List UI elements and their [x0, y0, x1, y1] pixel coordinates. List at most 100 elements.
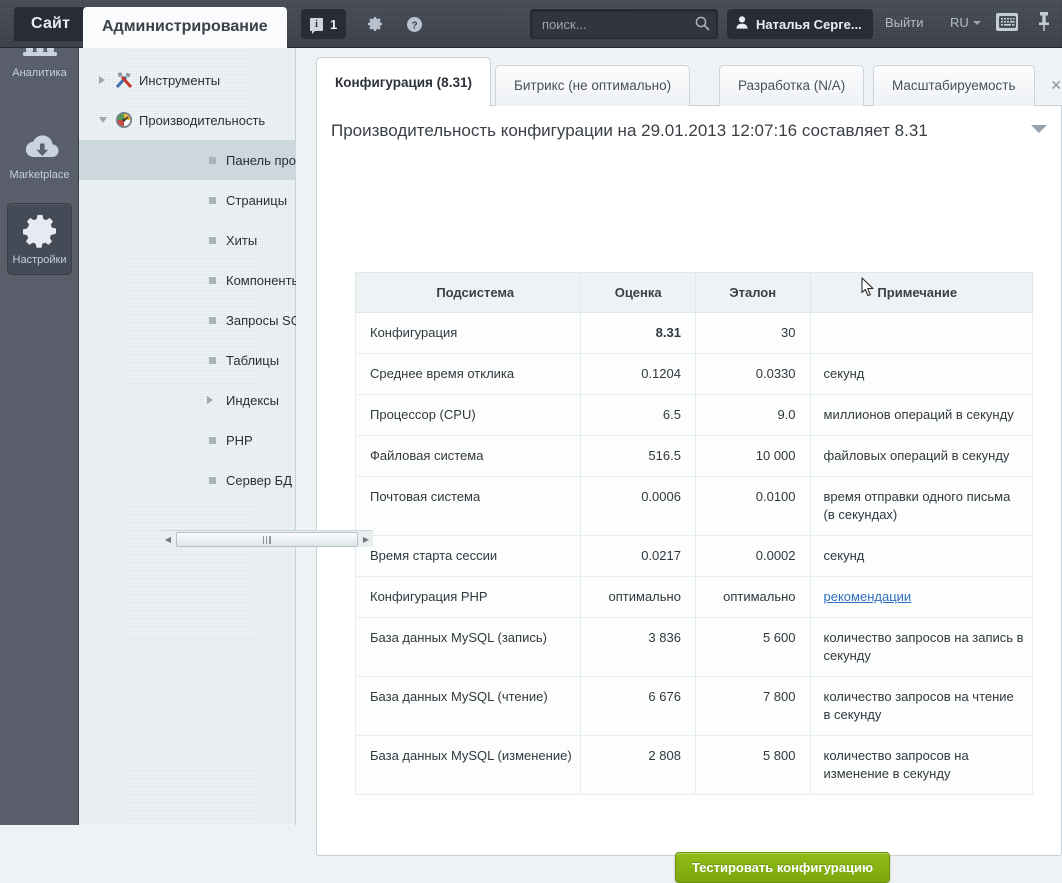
sidebar-item-marketplace[interactable]: Marketplace — [7, 132, 72, 181]
chevron-down-icon[interactable] — [1031, 125, 1047, 133]
cell-score: 6 676 — [580, 676, 696, 736]
bullet-icon — [209, 477, 216, 484]
tab-development[interactable]: Разработка (N/A) — [719, 65, 865, 107]
bullet-icon — [209, 277, 216, 284]
chevron-right-icon[interactable] — [99, 76, 105, 84]
cell-note: секунд — [809, 353, 1034, 395]
tree-node-performance[interactable]: Производительность — [79, 100, 296, 140]
mouse-cursor — [861, 277, 875, 302]
tab-site[interactable]: Сайт — [14, 7, 88, 41]
tree-node-label: Страницы — [226, 192, 288, 208]
tree-node-label: Запросы SQL — [226, 312, 296, 328]
tab-scalability[interactable]: Масштабируемость — [873, 65, 1035, 107]
keyboard-icon[interactable] — [996, 13, 1018, 31]
tree-node-label: PHP — [226, 432, 253, 448]
cell-note: количество запросов на запись в секунду — [809, 617, 1034, 677]
tree-node-label: Сервер БД — [226, 472, 293, 488]
cloud-download-icon — [25, 135, 59, 158]
cell-reference: 5 600 — [694, 617, 811, 677]
cell-subsystem: База данных MySQL (чтение) — [354, 676, 582, 736]
tree-node-php[interactable]: PHP — [79, 420, 296, 460]
tree-node-performance-panel[interactable]: Панель производительнос — [79, 140, 296, 180]
tree-panel: Инструменты Производительность Панель пр… — [79, 48, 373, 825]
gear-icon[interactable] — [364, 12, 388, 36]
user-icon — [736, 16, 748, 32]
tree-node-components[interactable]: Компоненты — [79, 260, 296, 300]
cell-subsystem: Конфигурация PHP — [354, 576, 582, 618]
test-configuration-button[interactable]: Тестировать конфигурацию — [675, 852, 891, 883]
notification-count: 1 — [330, 16, 338, 32]
scroll-left-arrow-icon[interactable]: ◀ — [161, 535, 175, 544]
tab-bar: Конфигурация (8.31) Битрикс (не оптималь… — [316, 57, 1062, 107]
help-icon[interactable]: ? — [402, 12, 426, 36]
table-row: Конфигурация PHP оптимально оптимально р… — [354, 576, 1034, 618]
cell-reference: оптимально — [694, 576, 811, 618]
sidebar-item-settings[interactable]: Настройки — [7, 203, 72, 275]
tree-node-label: Компоненты — [226, 272, 296, 288]
tab-bitrix[interactable]: Битрикс (не оптимально) — [495, 65, 691, 107]
table-row: База данных MySQL (запись) 3 836 5 600 к… — [354, 617, 1034, 677]
sidebar-item-label: Marketplace — [9, 169, 70, 181]
navigation-tree: Инструменты Производительность Панель пр… — [79, 60, 296, 500]
cell-note: миллионов операций в секунду — [809, 394, 1034, 436]
table-row: Среднее время отклика 0.1204 0.0330 секу… — [354, 353, 1034, 395]
cell-subsystem: База данных MySQL (запись) — [354, 617, 582, 677]
scrollbar-thumb[interactable] — [176, 531, 358, 547]
bullet-icon — [209, 317, 216, 324]
language-selector[interactable]: RU — [950, 15, 981, 30]
cell-reference: 5 800 — [694, 735, 811, 795]
cell-score: 3 836 — [580, 617, 696, 677]
cell-note: количество запросов на чтение в секунду — [809, 676, 1034, 736]
table-row: База данных MySQL (изменение) 2 808 5 80… — [354, 735, 1034, 795]
notifications-button[interactable]: i 1 — [301, 9, 347, 39]
language-label: RU — [950, 15, 969, 30]
sidebar-item-label: Аналитика — [12, 67, 67, 79]
info-icon: i — [310, 17, 323, 34]
cell-reference: 0.0100 — [694, 476, 811, 536]
cell-note: время отправки одного письма (в секундах… — [809, 476, 1034, 536]
table-header-row: Подсистема Оценка Эталон Примечание — [354, 272, 1034, 313]
cell-score: 2 808 — [580, 735, 696, 795]
cell-note: рекомендации — [809, 576, 1034, 618]
tab-configuration[interactable]: Конфигурация (8.31) — [316, 57, 491, 107]
icon-rail: Аналитика Marketplace Настройки — [0, 40, 79, 825]
tree-horizontal-scrollbar[interactable]: ◀ ▶ — [161, 530, 373, 547]
table-row: Файловая система 516.5 10 000 файловых о… — [354, 435, 1034, 477]
pin-icon[interactable] — [1036, 11, 1052, 33]
cell-note: количество запросов на изменение в секун… — [809, 735, 1034, 795]
cell-subsystem: Среднее время отклика — [354, 353, 582, 395]
cell-subsystem: Файловая система — [354, 435, 582, 477]
cell-subsystem: Время старта сессии — [354, 535, 582, 577]
tools-icon — [115, 71, 133, 89]
chevron-right-icon[interactable] — [207, 396, 213, 404]
tree-node-hits[interactable]: Хиты — [79, 220, 296, 260]
tree-node-tools[interactable]: Инструменты — [79, 60, 296, 100]
tree-node-indexes[interactable]: Индексы — [79, 380, 296, 420]
table-row: Время старта сессии 0.0217 0.0002 секунд — [354, 535, 1034, 577]
search-icon[interactable] — [695, 16, 710, 36]
table-row: База данных MySQL (чтение) 6 676 7 800 к… — [354, 676, 1034, 736]
scrollbar-grip-icon — [263, 535, 271, 544]
tree-node-tables[interactable]: Таблицы — [79, 340, 296, 380]
top-bar: Сайт Администрирование i 1 ? поиск... На… — [0, 0, 1062, 48]
cell-reference: 7 800 — [694, 676, 811, 736]
scroll-right-arrow-icon[interactable]: ▶ — [359, 535, 373, 544]
tree-node-db-server[interactable]: Сервер БД — [79, 460, 296, 500]
chevron-down-icon — [972, 20, 981, 25]
search-box[interactable] — [530, 9, 718, 39]
cell-score: 6.5 — [580, 394, 696, 436]
cell-reference: 9.0 — [694, 394, 811, 436]
table-row: Процессор (CPU) 6.5 9.0 миллионов операц… — [354, 394, 1034, 436]
configuration-panel: Производительность конфигурации на 29.01… — [316, 106, 1062, 883]
close-icon[interactable]: ✕ — [1050, 77, 1062, 94]
user-menu-button[interactable]: Наталья Серге... — [727, 9, 873, 39]
recommendations-link[interactable]: рекомендации — [824, 589, 912, 604]
logout-link[interactable]: Выйти — [885, 15, 924, 30]
svg-text:?: ? — [411, 20, 417, 31]
tree-node-sql-queries[interactable]: Запросы SQL — [79, 300, 296, 340]
cell-subsystem: База данных MySQL (изменение) — [354, 735, 582, 795]
tree-node-pages[interactable]: Страницы — [79, 180, 296, 220]
search-input[interactable] — [540, 10, 690, 38]
tab-administration[interactable]: Администрирование — [83, 7, 287, 48]
chevron-down-icon[interactable] — [99, 117, 107, 123]
